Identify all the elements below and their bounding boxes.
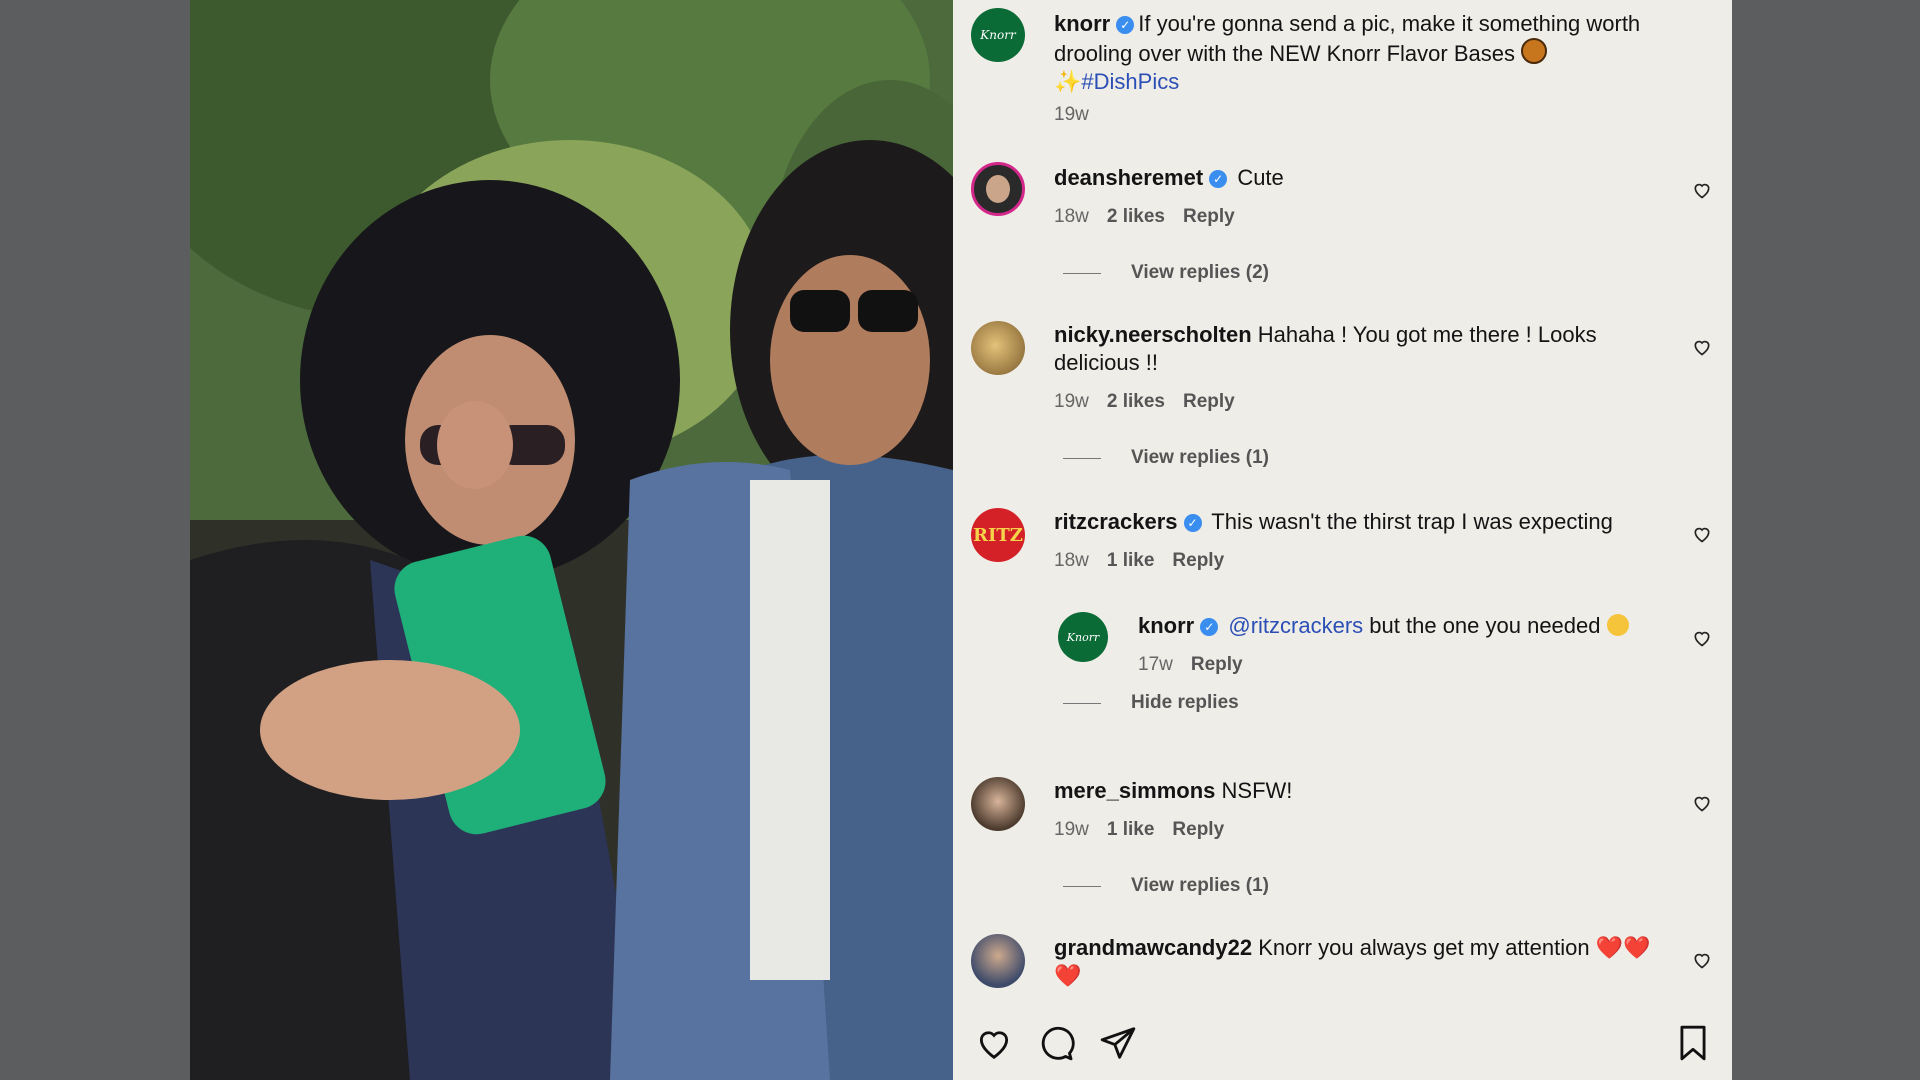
comment-text: ritzcrackers ✓ This wasn't the thirst tra… — [1054, 508, 1662, 536]
view-replies-button[interactable]: View replies (2) — [1063, 262, 1269, 284]
comment-meta: 19w 1 like Reply — [1054, 819, 1242, 841]
mention-link[interactable]: @ritzcrackers — [1228, 613, 1363, 638]
action-bar — [953, 1010, 1732, 1080]
reply-button[interactable]: Reply — [1183, 206, 1235, 227]
verified-icon: ✓ — [1200, 618, 1219, 636]
post-modal: Knorr knorr ✓ If you're gonna send a pic, … — [190, 0, 1732, 1080]
comment-text: mere_simmons NSFW! — [1054, 777, 1662, 805]
comment-meta: 18w 1 like Reply — [1054, 550, 1242, 572]
view-replies-label: View replies (1) — [1131, 447, 1269, 468]
comment-time: 19w — [1054, 819, 1089, 840]
comment-username[interactable]: ritzcrackers — [1054, 509, 1178, 534]
heart-icon[interactable] — [1692, 337, 1712, 357]
comment-meta: 18w 2 likes Reply — [1054, 206, 1253, 228]
comment-username[interactable]: deansheremet — [1054, 165, 1203, 190]
reply-body: but the one you needed — [1369, 613, 1601, 638]
heart-icon[interactable] — [1692, 628, 1712, 648]
heart-icon[interactable] — [1692, 524, 1712, 544]
like-icon[interactable] — [975, 1024, 1013, 1062]
sparkle-emoji: ✨ — [1054, 69, 1082, 94]
comment-body: NSFW! — [1221, 778, 1293, 803]
mere-simmons-avatar[interactable] — [971, 777, 1025, 831]
comments-panel: Knorr knorr ✓ If you're gonna send a pic, … — [953, 0, 1732, 1080]
likes-count[interactable]: 1 like — [1107, 550, 1155, 571]
reply-button[interactable]: Reply — [1172, 550, 1224, 571]
view-replies-label: View replies (2) — [1131, 262, 1269, 283]
hide-replies-label: Hide replies — [1131, 692, 1239, 713]
heart-icon[interactable] — [1692, 180, 1712, 200]
comment-time: 18w — [1054, 206, 1089, 227]
comment-text: deansheremet ✓ Cute — [1054, 164, 1662, 192]
reply-time: 17w — [1138, 654, 1173, 675]
knorr-logo-icon: Knorr — [1066, 630, 1100, 644]
likes-count[interactable]: 2 likes — [1107, 391, 1165, 412]
hashtag-link[interactable]: #DishPics — [1081, 69, 1179, 94]
comment-time: 19w — [1054, 391, 1089, 412]
reply-text: knorr ✓ @ritzcrackers but the one you nee… — [1138, 612, 1662, 640]
caption-username[interactable]: knorr — [1054, 11, 1110, 36]
hide-replies-button[interactable]: Hide replies — [1063, 692, 1239, 714]
comment-time: 18w — [1054, 550, 1089, 571]
comment-text: grandmawcandy22 Knorr you always get my … — [1054, 934, 1662, 990]
nicky-avatar[interactable] — [971, 321, 1025, 375]
caption-time: 19w — [1054, 104, 1089, 125]
ritz-avatar[interactable]: RITZ — [971, 508, 1025, 562]
reply-button[interactable]: Reply — [1183, 391, 1235, 412]
flavor-base-emoji-icon — [1521, 38, 1548, 64]
comment-icon[interactable] — [1037, 1024, 1075, 1062]
view-replies-button[interactable]: View replies (1) — [1063, 875, 1269, 897]
verified-icon: ✓ — [1116, 16, 1135, 34]
comment-username[interactable]: mere_simmons — [1054, 778, 1215, 803]
knorr-logo-icon: Knorr — [980, 28, 1016, 42]
verified-icon: ✓ — [1183, 514, 1202, 532]
knorr-avatar[interactable]: Knorr — [1058, 612, 1108, 662]
reply-username[interactable]: knorr — [1138, 613, 1194, 638]
reply-button[interactable]: Reply — [1172, 819, 1224, 840]
smirk-emoji-icon — [1606, 614, 1629, 636]
comment-body: Knorr you always get my attention — [1258, 935, 1590, 960]
verified-icon: ✓ — [1209, 170, 1228, 188]
likes-count[interactable]: 2 likes — [1107, 206, 1165, 227]
deansheremet-avatar[interactable] — [971, 162, 1025, 216]
heart-icon[interactable] — [1692, 950, 1712, 970]
heart-icon[interactable] — [1692, 793, 1712, 813]
comment-meta: 19w 2 likes Reply — [1054, 391, 1253, 413]
share-icon[interactable] — [1099, 1024, 1137, 1062]
view-replies-label: View replies (1) — [1131, 875, 1269, 896]
caption-body: If you're gonna send a pic, make it some… — [1054, 11, 1641, 66]
comment-body: Cute — [1237, 165, 1284, 190]
bookmark-icon[interactable] — [1674, 1024, 1712, 1062]
photo-illustration — [190, 0, 953, 1080]
likes-count[interactable]: 1 like — [1107, 819, 1155, 840]
post-photo[interactable] — [190, 0, 953, 1080]
comment-username[interactable]: grandmawcandy22 — [1054, 935, 1252, 960]
caption-meta: 19w — [1054, 104, 1107, 126]
reply-button[interactable]: Reply — [1191, 654, 1243, 675]
grandmawcandy-avatar[interactable] — [971, 934, 1025, 988]
view-replies-button[interactable]: View replies (1) — [1063, 447, 1269, 469]
ritz-logo-icon: RITZ — [973, 524, 1023, 546]
caption-text: knorr ✓ If you're gonna send a pic, make i… — [1054, 10, 1662, 96]
comment-text: nicky.neerscholten Hahaha ! You got me t… — [1054, 321, 1662, 377]
comment-username[interactable]: nicky.neerscholten — [1054, 322, 1252, 347]
comment-body: This wasn't the thirst trap I was expect… — [1211, 509, 1613, 534]
reply-meta: 17w Reply — [1138, 654, 1261, 676]
knorr-avatar[interactable]: Knorr — [971, 8, 1025, 62]
